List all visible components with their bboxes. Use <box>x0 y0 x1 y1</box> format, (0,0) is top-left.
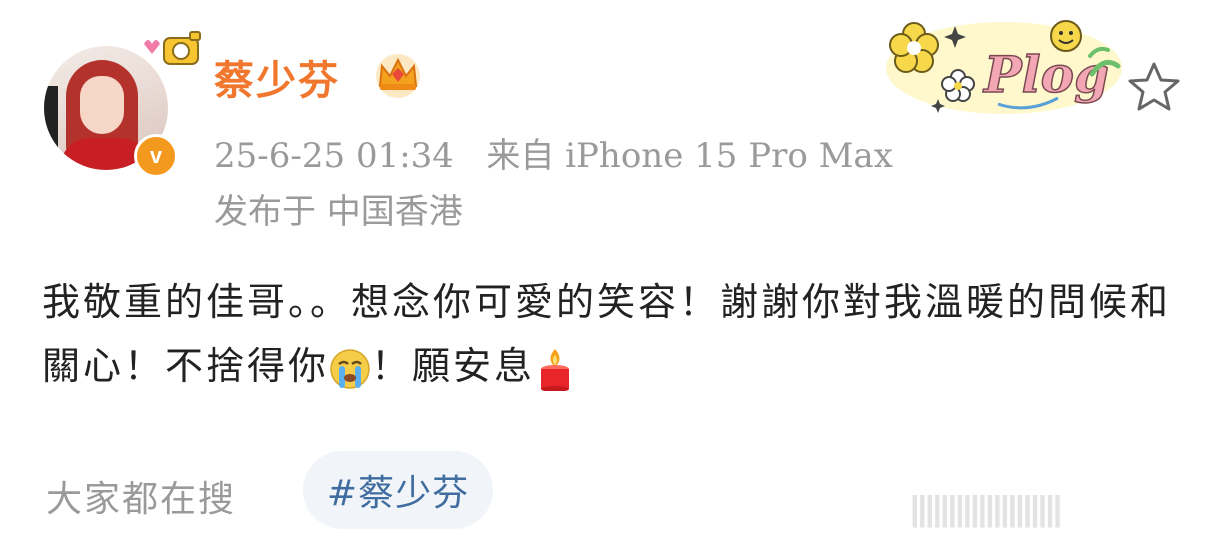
candle-emoji <box>541 348 570 391</box>
crying-face-emoji <box>330 348 370 389</box>
trending-search-label: 大家都在搜 <box>46 479 237 520</box>
post-location: 发布于 中国香港 <box>214 192 463 232</box>
username[interactable]: 蔡少芬 <box>214 48 340 106</box>
avatar-camera-decoration-icon <box>144 31 201 65</box>
trending-tag-text: #蔡少芬 <box>326 473 470 514</box>
post-text-part2: ！願安息 <box>371 344 536 388</box>
post-content: 我敬重的佳哥。。想念你可愛的笑容！謝謝你對我溫暖的問候和關心！不捨得你 ！願安息 <box>42 270 1182 398</box>
post-source: 来自 iPhone 15 Pro Max <box>486 136 893 176</box>
star-favorite-icon[interactable] <box>1126 60 1182 116</box>
crown-icon[interactable] <box>372 50 424 98</box>
user-avatar[interactable]: v <box>44 31 201 178</box>
verified-v-icon: v <box>134 134 178 178</box>
plog-sticker-icon: Plog <box>886 20 1122 114</box>
post-meta-time-source: 25-6-25 01:34 来自 iPhone 15 Pro Max <box>214 128 893 177</box>
post-timestamp: 25-6-25 01:34 <box>214 136 454 176</box>
trending-tag-button[interactable]: #蔡少芬 <box>303 451 493 529</box>
post-text-part1: 我敬重的佳哥。。想念你可愛的笑容！謝謝你對我溫暖的問候和關心！不捨得你 <box>42 280 1172 388</box>
watermark: |||||||||||||||||||| <box>910 490 1062 528</box>
